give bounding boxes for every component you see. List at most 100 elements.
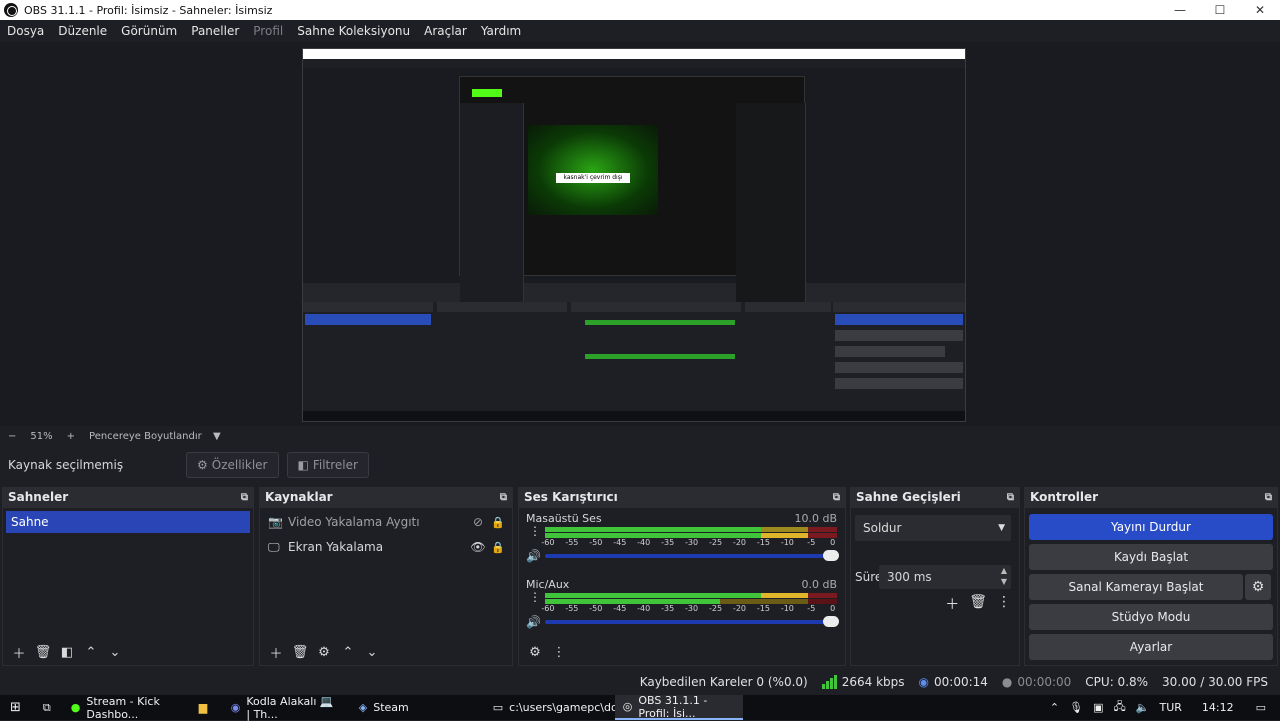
maximize-button[interactable]: ☐ (1200, 0, 1240, 20)
microphone-icon[interactable]: 🎙 (1069, 701, 1083, 714)
taskbar-kick-stream[interactable]: ● Stream - Kick Dashbo... (63, 695, 191, 721)
settings-button[interactable]: Ayarlar (1029, 634, 1273, 660)
discord-icon: ◉ (230, 701, 241, 714)
nested-taskbar (303, 411, 965, 421)
slider-handle[interactable] (823, 550, 839, 561)
volume-icon[interactable]: 🔈 (1136, 701, 1150, 714)
lock-icon[interactable]: 🔒 (488, 516, 508, 529)
chevron-down-icon[interactable]: ⌄ (103, 642, 127, 662)
track-volume-db: 0.0 dB (801, 578, 837, 591)
scene-item[interactable]: Sahne (6, 511, 250, 533)
controls-dock-header: Kontroller ⧉ (1024, 487, 1278, 507)
add-icon[interactable]: ＋ (264, 642, 288, 662)
chevron-up-icon[interactable]: ⌃ (1050, 701, 1059, 714)
speaker-icon[interactable]: 🔊 (526, 615, 541, 629)
filter-icon[interactable]: ◧ (55, 642, 79, 662)
task-view-button[interactable]: ⧉ (35, 695, 59, 720)
language-indicator[interactable]: TUR (1159, 701, 1181, 714)
lock-icon[interactable]: 🔒 (488, 541, 508, 554)
nested-chat (736, 103, 806, 303)
taskbar-obs[interactable]: ◎ OBS 31.1.1 - Profil: İsi... (614, 694, 743, 720)
source-item[interactable]: 📷 Video Yakalama Aygıtı ⊘ 🔒 (264, 510, 508, 534)
transitions-dock-header: Sahne Geçişleri ⧉ (850, 487, 1020, 507)
slider-handle[interactable] (823, 616, 839, 627)
add-icon[interactable]: ＋ (7, 642, 31, 662)
kebab-menu-icon[interactable]: ⋮ (547, 642, 571, 662)
zoom-mode-select[interactable]: Pencereye Boyutlandır ▼ (89, 431, 235, 442)
source-item[interactable]: 🖵 Ekran Yakalama 👁 🔒 (264, 535, 508, 559)
notification-icon[interactable]: ▭ (1256, 701, 1266, 714)
taskbar-terminal[interactable]: ▭ c:\users\gamepc\dow... (485, 695, 636, 720)
chevron-down-icon[interactable]: ⌄ (360, 642, 384, 662)
gear-icon[interactable]: ⚙ (312, 642, 336, 662)
speaker-icon[interactable]: 🔊 (526, 549, 541, 563)
undock-icon[interactable]: ⧉ (241, 492, 248, 503)
transition-select[interactable]: Soldur ▼ (855, 515, 1011, 541)
track-volume-db: 10.0 dB (794, 512, 837, 525)
menu-edit[interactable]: Düzenle (51, 24, 114, 38)
stop-stream-button[interactable]: Yayını Durdur (1029, 514, 1273, 540)
undock-icon[interactable]: ⧉ (1265, 492, 1272, 503)
zoom-in-button[interactable]: + (67, 431, 75, 442)
menu-file[interactable]: Dosya (0, 24, 51, 38)
start-virtual-camera-button[interactable]: Sanal Kamerayı Başlat (1029, 574, 1243, 600)
tick-label: -55 (565, 538, 579, 547)
trash-icon[interactable]: 🗑 (969, 594, 987, 614)
tick-label: -50 (589, 538, 603, 547)
undock-icon[interactable]: ⧉ (500, 492, 507, 503)
chevron-up-icon[interactable]: ⌃ (336, 642, 360, 662)
volume-slider[interactable] (545, 550, 839, 561)
start-recording-button[interactable]: Kaydı Başlat (1029, 544, 1273, 570)
start-button[interactable]: ⊞ (0, 695, 31, 720)
spin-arrows-icon[interactable]: ▲ ▼ (1001, 565, 1007, 587)
preview-area[interactable]: kasnak'i çevrim dışı (0, 42, 1280, 426)
trash-icon[interactable]: 🗑 (31, 642, 55, 662)
terminal-icon: ▭ (492, 701, 504, 714)
eye-icon[interactable]: 👁 (468, 540, 488, 554)
fps-readout: 30.00 / 30.00 FPS (1162, 675, 1268, 689)
taskbar-file-explorer[interactable]: ▆ (195, 695, 219, 720)
menu-docks[interactable]: Paneller (184, 24, 246, 38)
duration-input[interactable]: 300 ms ▲ ▼ (879, 565, 1011, 589)
chevron-up-icon[interactable]: ⌃ (79, 642, 103, 662)
scene-transitions-dock: Sahne Geçişleri ⧉ Soldur ▼ Süre 300 ms ▲… (850, 487, 1020, 666)
close-button[interactable]: ✕ (1240, 0, 1280, 20)
cpu-usage: CPU: 0.8% (1085, 675, 1149, 689)
filters-button[interactable]: ◧ Filtreler (286, 451, 369, 478)
network-icon[interactable]: 🖧 (1114, 698, 1126, 717)
volume-slider[interactable] (545, 616, 839, 627)
tray-app-icon[interactable]: ▣ (1093, 701, 1103, 714)
meter-ticks: -60 -55 -50 -45 -40 -35 -30 -25 -20 -15 … (541, 538, 837, 550)
taskbar-steam[interactable]: ◈ Steam (351, 695, 481, 720)
studio-mode-button[interactable]: Stüdyo Modu (1029, 604, 1273, 630)
visibility-hidden-icon[interactable]: ⊘ (468, 515, 488, 529)
minimize-button[interactable]: — (1160, 0, 1200, 20)
menu-profile[interactable]: Profil (246, 24, 290, 38)
tick-label: -20 (732, 604, 747, 613)
kebab-menu-icon[interactable]: ⋮ (529, 591, 541, 603)
menu-scene-collection[interactable]: Sahne Koleksiyonu (290, 24, 417, 38)
record-time-item: ● 00:00:00 (1002, 675, 1071, 689)
properties-button[interactable]: ⚙ Özellikler (186, 451, 279, 478)
meter-ticks: -60 -55 -50 -45 -40 -35 -30 -25 -20 -15 … (541, 604, 837, 616)
window-titlebar: OBS 31.1.1 - Profil: İsimsiz - Sahneler:… (0, 0, 1280, 20)
menu-tools[interactable]: Araçlar (417, 24, 474, 38)
undock-icon[interactable]: ⧉ (1007, 492, 1014, 503)
meter-yellow (761, 593, 808, 598)
undock-icon[interactable]: ⧉ (833, 492, 840, 503)
trash-icon[interactable]: 🗑 (288, 642, 312, 662)
kebab-menu-icon[interactable]: ⋮ (529, 525, 541, 537)
add-icon[interactable]: ＋ (945, 594, 959, 614)
menu-view[interactable]: Görünüm (114, 24, 184, 38)
gear-icon[interactable]: ⚙ (523, 642, 547, 662)
meter-red (807, 527, 837, 532)
zoom-out-button[interactable]: − (8, 431, 16, 442)
kick-logo (472, 89, 502, 97)
kebab-menu-icon[interactable]: ⋮ (997, 594, 1011, 614)
menu-help[interactable]: Yardım (474, 24, 528, 38)
taskbar-discord[interactable]: ◉ Kodla Alakalı 💻 | Th... (223, 695, 347, 721)
clock[interactable]: 14:12 (1202, 701, 1234, 714)
virtual-camera-gear-icon[interactable]: ⚙ (1245, 574, 1271, 600)
sources-dock-header: Kaynaklar ⧉ (259, 487, 513, 507)
tick-label: -5 (807, 604, 816, 613)
